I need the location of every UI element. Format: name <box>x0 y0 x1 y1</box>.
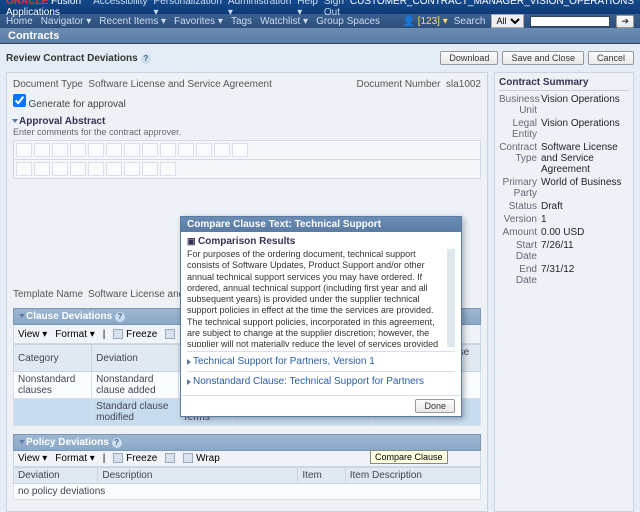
menu-favorites[interactable]: Favorites ▾ <box>174 16 223 27</box>
col-deviation[interactable]: Deviation <box>92 345 178 372</box>
global-header: ORACLE Fusion Applications Accessibility… <box>0 0 640 14</box>
summary-panel: Contract Summary Business UnitVision Ope… <box>494 72 634 512</box>
col-item[interactable]: Item <box>298 468 345 484</box>
cancel-button[interactable]: Cancel <box>588 51 634 65</box>
link-nonstandard-clause[interactable]: Nonstandard Clause: Technical Support fo… <box>187 371 455 391</box>
menu-recent[interactable]: Recent Items ▾ <box>99 16 166 27</box>
rte-icon[interactable] <box>124 162 140 176</box>
rte-icon[interactable] <box>142 162 158 176</box>
generate-approval-check[interactable]: Generate for approval <box>13 99 126 109</box>
freeze-btn[interactable]: Freeze <box>113 453 157 464</box>
rte-icon[interactable] <box>106 143 122 157</box>
comparison-text: For purposes of the ordering document, t… <box>187 249 455 347</box>
logo-text: ORACLE <box>6 0 48 7</box>
rte-toolbar-1[interactable] <box>13 140 481 160</box>
wrap-icon <box>183 453 193 463</box>
search-go[interactable]: ➔ <box>616 15 634 28</box>
view-menu[interactable]: View ▾ <box>18 329 47 340</box>
summary-row: Primary PartyWorld of Business <box>499 177 629 199</box>
menu-groupspaces[interactable]: Group Spaces <box>316 16 380 27</box>
col-category[interactable]: Category <box>14 345 92 372</box>
rte-icon[interactable] <box>178 143 194 157</box>
user-menu[interactable]: 👤 [123] ▾ <box>402 16 447 27</box>
rte-icon[interactable] <box>196 143 212 157</box>
freeze-icon <box>113 329 123 339</box>
col-itemdesc[interactable]: Item Description <box>345 468 480 484</box>
rte-icon[interactable] <box>106 162 122 176</box>
rte-icon[interactable] <box>88 143 104 157</box>
menu-tags[interactable]: Tags <box>231 16 252 27</box>
compare-tooltip: Compare Clause <box>370 450 448 464</box>
freeze-icon <box>113 453 123 463</box>
done-button[interactable]: Done <box>415 399 455 413</box>
rte-icon[interactable] <box>214 143 230 157</box>
rte-icon[interactable] <box>70 143 86 157</box>
col-deviation[interactable]: Deviation <box>14 468 98 484</box>
view-menu[interactable]: View ▾ <box>18 453 47 464</box>
detach-btn[interactable] <box>165 329 175 340</box>
rte-icon[interactable] <box>88 162 104 176</box>
underline-icon[interactable] <box>52 162 68 176</box>
page-title: Review Contract Deviations ? <box>6 52 151 64</box>
dialog-title: Compare Clause Text: Technical Support <box>181 217 461 232</box>
rte-icon[interactable] <box>160 162 176 176</box>
rte-icon[interactable] <box>52 143 68 157</box>
summary-row: End Date7/31/12 <box>499 264 629 286</box>
rte-icon[interactable] <box>34 143 50 157</box>
menu-home[interactable]: Home <box>6 16 33 27</box>
summary-row: Start Date7/26/11 <box>499 240 629 262</box>
format-menu[interactable]: Format ▾ <box>55 453 94 464</box>
compare-dialog: Compare Clause Text: Technical Support ▣… <box>180 216 462 417</box>
col-description[interactable]: Description <box>98 468 298 484</box>
summary-row: Contract TypeSoftware License and Servic… <box>499 142 629 175</box>
summary-row: Version1 <box>499 214 629 225</box>
italic-icon[interactable] <box>34 162 50 176</box>
doc-number: Document Number sla1002 <box>356 79 481 90</box>
workarea-tab[interactable]: Contracts <box>0 28 640 44</box>
bold-icon[interactable] <box>16 162 32 176</box>
save-close-button[interactable]: Save and Close <box>502 51 584 65</box>
search-label: Search <box>454 16 486 27</box>
help-icon[interactable]: ? <box>112 438 122 448</box>
help-icon[interactable]: ? <box>115 312 125 322</box>
table-row: no policy deviations <box>14 484 481 500</box>
menu-bar: Home Navigator ▾ Recent Items ▾ Favorite… <box>0 14 640 28</box>
rte-icon[interactable] <box>160 143 176 157</box>
content-area: Review Contract Deviations ? Download Sa… <box>0 44 640 512</box>
summary-title: Contract Summary <box>499 77 629 91</box>
help-icon[interactable]: ? <box>141 54 151 64</box>
policy-table: Deviation Description Item Item Descript… <box>13 467 481 500</box>
approval-abstract-sub: Enter comments for the contract approver… <box>13 127 481 137</box>
download-button[interactable]: Download <box>440 51 498 65</box>
summary-row: StatusDraft <box>499 201 629 212</box>
summary-row: Legal EntityVision Operations <box>499 118 629 140</box>
detach-btn[interactable] <box>165 453 175 464</box>
summary-row: Business UnitVision Operations <box>499 94 629 116</box>
rte-toolbar-2[interactable] <box>13 160 481 179</box>
detach-icon <box>165 329 175 339</box>
search-input[interactable] <box>530 16 610 27</box>
rte-source-icon[interactable] <box>16 143 32 157</box>
menu-watchlist[interactable]: Watchlist ▾ <box>260 16 308 27</box>
rte-icon[interactable] <box>142 143 158 157</box>
rte-icon[interactable] <box>124 143 140 157</box>
link-tech-support-v1[interactable]: Technical Support for Partners, Version … <box>187 351 455 371</box>
search-scope[interactable]: All <box>491 14 524 28</box>
detach-icon <box>165 453 175 463</box>
comparison-results-title: ▣ Comparison Results <box>187 236 455 247</box>
policy-deviations-header[interactable]: Policy Deviations ? <box>13 434 481 451</box>
approval-abstract-title: Approval Abstract <box>13 116 481 127</box>
menu-navigator[interactable]: Navigator ▾ <box>41 16 92 27</box>
rte-icon[interactable] <box>70 162 86 176</box>
wrap-btn[interactable]: Wrap <box>183 453 220 464</box>
summary-row: Amount0.00 USD <box>499 227 629 238</box>
format-menu[interactable]: Format ▾ <box>55 329 94 340</box>
doc-type: Document Type Software License and Servi… <box>13 79 272 90</box>
freeze-btn[interactable]: Freeze <box>113 329 157 340</box>
rte-icon[interactable] <box>232 143 248 157</box>
